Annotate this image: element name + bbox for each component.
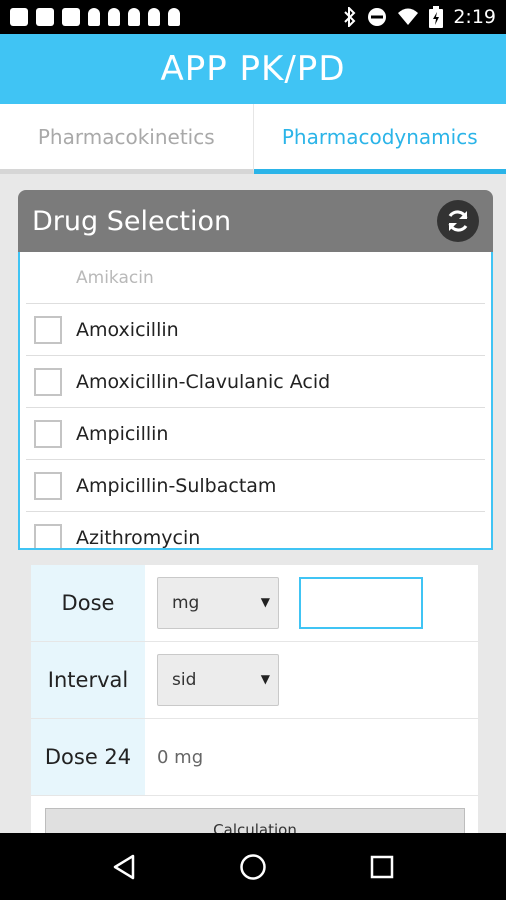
battery-icon (429, 6, 444, 28)
drug-checkbox[interactable] (34, 471, 62, 500)
person-icon (108, 8, 120, 26)
refresh-icon (448, 210, 468, 232)
interval-row: Interval sid ▼ (31, 642, 478, 719)
dose-input[interactable] (299, 577, 423, 629)
dose-field: mg ▼ (145, 565, 478, 641)
wifi-icon (398, 8, 419, 25)
calculation-button[interactable]: Calculation (45, 808, 465, 833)
drug-checkbox[interactable] (34, 419, 62, 448)
list-item[interactable]: Amoxicillin (26, 304, 485, 356)
status-bar: 2:19 (0, 0, 506, 34)
calc-row: Calculation (31, 796, 478, 833)
dose-form: Dose mg ▼ Interval sid ▼ Dose 24 0 mg Ca… (31, 565, 478, 833)
drug-label: Ampicillin-Sulbactam (76, 474, 277, 497)
message-icon (10, 8, 28, 26)
drug-selection-title: Drug Selection (32, 205, 232, 237)
notification-icons (10, 8, 180, 26)
interval-field: sid ▼ (145, 642, 478, 718)
tab-bar: Pharmacokinetics Pharmacodynamics (0, 104, 506, 174)
app-bar: APP PK/PD (0, 34, 506, 104)
drug-label: Amoxicillin (76, 318, 179, 341)
main-content[interactable]: Drug Selection Amikacin Amoxicillin Amox… (0, 174, 506, 833)
dose24-row: Dose 24 0 mg (31, 719, 478, 796)
back-button[interactable] (94, 837, 154, 897)
person-icon (88, 8, 100, 26)
dose-row: Dose mg ▼ (31, 565, 478, 642)
refresh-button[interactable] (437, 200, 479, 242)
drug-selection-card: Drug Selection Amikacin Amoxicillin Amox… (18, 190, 493, 550)
dose24-field: 0 mg (145, 719, 478, 795)
interval-select[interactable]: sid ▼ (157, 654, 279, 706)
recents-button[interactable] (352, 837, 412, 897)
drug-checkbox[interactable] (34, 315, 62, 344)
tab-pharmacodynamics[interactable]: Pharmacodynamics (253, 104, 506, 174)
dose-label: Dose (31, 565, 145, 641)
drug-checkbox[interactable] (34, 523, 62, 548)
tab-pharmacokinetics[interactable]: Pharmacokinetics (0, 104, 254, 174)
home-button[interactable] (223, 837, 283, 897)
interval-value: sid (172, 670, 197, 690)
back-icon (114, 854, 135, 879)
facebook-icon (62, 8, 80, 26)
dnd-icon (368, 8, 387, 26)
list-item[interactable]: Ampicillin (26, 408, 485, 460)
bluetooth-icon (344, 7, 356, 27)
drug-label: Ampicillin (76, 422, 169, 445)
drug-list[interactable]: Amikacin Amoxicillin Amoxicillin-Clavula… (18, 252, 493, 550)
person-icon (168, 8, 180, 26)
person-icon (128, 8, 140, 26)
list-item: Amikacin (26, 252, 485, 304)
list-item[interactable]: Azithromycin (26, 512, 485, 549)
interval-label: Interval (31, 642, 145, 718)
clock: 2:19 (453, 6, 496, 28)
navigation-bar (0, 833, 506, 900)
home-icon (240, 853, 266, 880)
system-icons: 2:19 (343, 6, 496, 28)
app-title: APP PK/PD (160, 49, 346, 89)
person-icon (148, 8, 160, 26)
dose24-label: Dose 24 (31, 719, 145, 795)
facebook-icon (36, 8, 54, 26)
list-item[interactable]: Ampicillin-Sulbactam (26, 460, 485, 512)
drug-checkbox[interactable] (34, 367, 62, 396)
dose24-value: 0 mg (157, 746, 204, 768)
drug-label: Azithromycin (76, 526, 201, 549)
dropdown-caret-icon: ▼ (260, 595, 270, 609)
drug-label: Amikacin (76, 267, 154, 288)
recents-icon (370, 855, 393, 878)
dose-unit-value: mg (172, 593, 200, 613)
drug-label: Amoxicillin-Clavulanic Acid (76, 370, 331, 393)
list-item[interactable]: Amoxicillin-Clavulanic Acid (26, 356, 485, 408)
dose-unit-select[interactable]: mg ▼ (157, 577, 279, 629)
drug-selection-header: Drug Selection (18, 190, 493, 252)
dropdown-caret-icon: ▼ (260, 672, 270, 686)
